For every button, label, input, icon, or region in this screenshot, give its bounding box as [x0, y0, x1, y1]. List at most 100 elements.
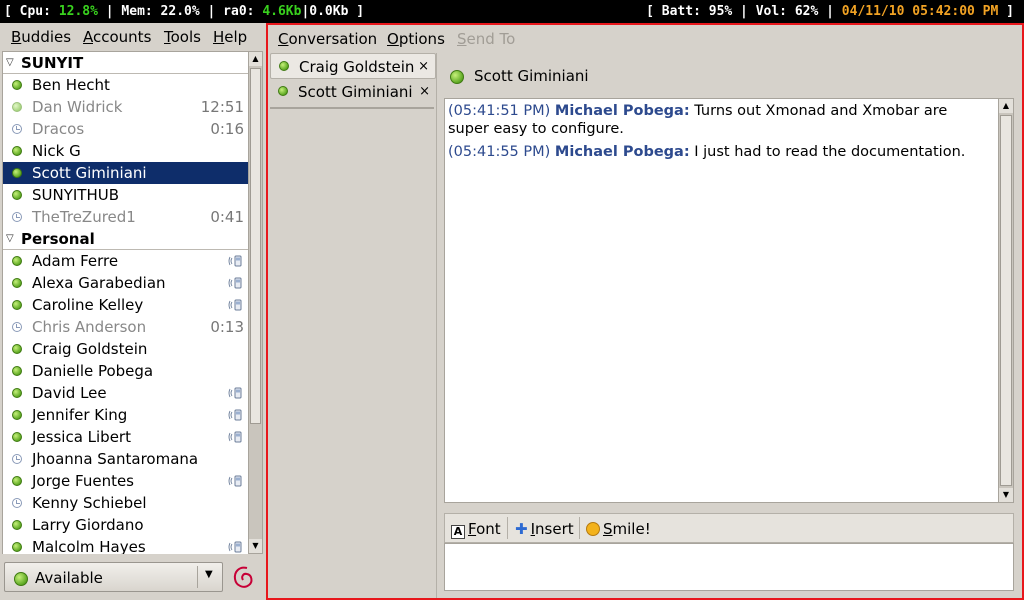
expander-triangle-icon[interactable]: ▽ — [6, 228, 14, 250]
status-selector[interactable]: Available ▼ — [4, 562, 223, 592]
buddy-row[interactable]: Jhoanna Santaromana — [3, 448, 248, 470]
net-up: |0.0Kb ] — [301, 4, 365, 19]
buddy-name: Jhoanna Santaromana — [32, 450, 199, 468]
scroll-down-arrow-icon[interactable]: ▼ — [999, 488, 1013, 502]
message-sender: Michael Pobega: — [554, 103, 690, 119]
buddy-row[interactable]: Larry Giordano — [3, 514, 248, 536]
menu-accounts[interactable]: Accounts — [83, 28, 151, 46]
message-log[interactable]: (05:41:51 PM) Michael Pobega: Turns out … — [444, 98, 999, 503]
font-button[interactable]: A Font — [451, 520, 501, 539]
available-status-icon — [12, 542, 22, 552]
group-header[interactable]: ▽ Personal — [3, 228, 248, 250]
available-status-icon — [12, 366, 22, 376]
buddy-row[interactable]: Ben Hecht — [3, 74, 248, 96]
buddy-row[interactable]: Caroline Kelley — [3, 294, 248, 316]
batt-vol: [ Batt: 95% | Vol: 62% | — [646, 4, 842, 19]
group-name: SUNYIT — [21, 54, 84, 72]
format-toolbar: A Font ✚ Insert Smile! — [444, 513, 1014, 543]
buddy-row[interactable]: TheTreZured1 0:41 — [3, 206, 248, 228]
buddy-row[interactable]: Kenny Schiebel — [3, 492, 248, 514]
menu-help[interactable]: Help — [213, 28, 247, 46]
conversation-window: Conversation Options Send To Craig Golds… — [266, 23, 1024, 600]
buddy-row[interactable]: Nick G — [3, 140, 248, 162]
scroll-thumb[interactable] — [1000, 115, 1012, 486]
available-status-icon — [12, 190, 22, 200]
scroll-thumb[interactable] — [250, 68, 261, 424]
buddy-name: SUNYITHUB — [32, 186, 120, 204]
buddy-row[interactable]: Jennifer King — [3, 404, 248, 426]
buddy-row[interactable]: Dan Widrick 12:51 — [3, 96, 248, 118]
available-status-icon — [12, 520, 22, 530]
combo-separator — [197, 566, 198, 588]
tab-label: Scott Giminiani — [298, 83, 413, 101]
insert-button[interactable]: ✚ Insert — [515, 520, 574, 538]
tab-craig-goldstein[interactable]: Craig Goldstein × — [270, 53, 436, 79]
buddy-row[interactable]: SUNYITHUB — [3, 184, 248, 206]
scroll-up-arrow-icon[interactable]: ▲ — [999, 99, 1013, 113]
menu-send-to-mnemonic: S — [457, 30, 467, 48]
buddy-name: Caroline Kelley — [32, 296, 144, 314]
buddy-list-window: Buddies Accounts Tools Help ▽ SUNYIT Ben H… — [0, 23, 266, 600]
menu-buddies-mnemonic: B — [11, 28, 22, 46]
buddy-row[interactable]: Danielle Pobega — [3, 360, 248, 382]
expander-triangle-icon[interactable]: ▽ — [6, 52, 14, 74]
buddy-name: David Lee — [32, 384, 107, 402]
group-name: Personal — [21, 230, 95, 248]
buddy-tree[interactable]: ▽ SUNYIT Ben Hecht Dan Widrick 12:51 Dracos 0:… — [2, 51, 248, 554]
buddy-name: Jennifer King — [32, 406, 128, 424]
buddy-row[interactable]: Malcolm Hayes — [3, 536, 248, 554]
buddy-name: Jorge Fuentes — [32, 472, 134, 490]
buddy-row[interactable]: Jessica Libert — [3, 426, 248, 448]
tab-scott-giminiani[interactable]: Scott Giminiani × — [270, 79, 436, 105]
away-clock-icon — [12, 322, 22, 332]
idle-time: 0:16 — [210, 120, 244, 138]
datetime: 04/11/10 05:42:00 PM — [841, 4, 999, 19]
mobile-device-icon — [228, 541, 242, 553]
buddy-row[interactable]: David Lee — [3, 382, 248, 404]
buddy-menubar: Buddies Accounts Tools Help — [0, 25, 266, 49]
cpu-value: 12.8% — [58, 4, 98, 19]
mem-stats: | Mem: 22.0% | ra0: — [97, 4, 263, 19]
buddy-list-scrollbar[interactable]: ▲ ▼ — [248, 51, 263, 554]
close-tab-icon[interactable]: × — [419, 79, 430, 105]
buddy-row[interactable]: Alexa Garabedian — [3, 272, 248, 294]
message-sender: Michael Pobega: — [554, 144, 690, 160]
menu-buddies[interactable]: Buddies — [11, 28, 71, 46]
available-status-icon — [278, 86, 288, 96]
buddy-row[interactable]: Jorge Fuentes — [3, 470, 248, 492]
available-status-icon — [12, 168, 22, 178]
available-status-icon — [12, 476, 22, 486]
buddy-row[interactable]: Craig Goldstein — [3, 338, 248, 360]
buddy-name: Alexa Garabedian — [32, 274, 166, 292]
available-status-icon — [14, 572, 28, 586]
tab-strip-border — [436, 53, 437, 598]
available-status-icon — [279, 61, 289, 71]
menu-tools[interactable]: Tools — [164, 28, 201, 46]
menu-send-to[interactable]: Send To — [457, 30, 515, 48]
close-tab-icon[interactable]: × — [418, 54, 429, 80]
smiley-icon — [586, 522, 600, 536]
menu-options-label: ptions — [398, 30, 445, 48]
menu-options[interactable]: Options — [387, 30, 445, 48]
menu-conversation[interactable]: Conversation — [278, 30, 377, 48]
mobile-device-icon — [228, 431, 242, 443]
message-text: I just had to read the documentation. — [689, 144, 966, 160]
scroll-up-arrow-icon[interactable]: ▲ — [249, 52, 262, 66]
message-compose-input[interactable] — [444, 543, 1014, 591]
message-log-scrollbar[interactable]: ▲ ▼ — [998, 98, 1014, 503]
buddy-name: Adam Ferre — [32, 252, 119, 270]
smile-button[interactable]: Smile! — [586, 520, 651, 538]
buddy-row[interactable]: Chris Anderson 0:13 — [3, 316, 248, 338]
tab-label: Craig Goldstein — [299, 58, 415, 76]
group-header[interactable]: ▽ SUNYIT — [3, 52, 248, 74]
buddy-name: Danielle Pobega — [32, 362, 154, 380]
scroll-down-arrow-icon[interactable]: ▼ — [249, 539, 262, 553]
smile-label: mile! — [612, 520, 651, 538]
menu-conversation-label: onversation — [288, 30, 378, 48]
font-icon: A — [451, 525, 465, 539]
buddy-row[interactable]: Scott Giminiani — [3, 162, 248, 184]
buddy-name: TheTreZured1 — [32, 208, 136, 226]
bracket-close: ] — [998, 4, 1014, 19]
buddy-row[interactable]: Dracos 0:16 — [3, 118, 248, 140]
buddy-row[interactable]: Adam Ferre — [3, 250, 248, 272]
